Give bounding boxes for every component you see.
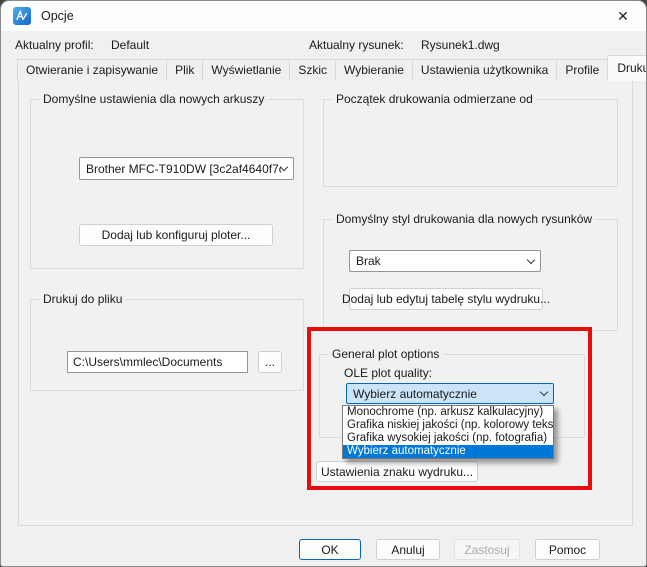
current-drawing-value: Rysunek1.dwg [421,38,500,52]
configure-plotter-button[interactable]: Dodaj lub konfiguruj ploter... [79,224,273,246]
plot-style-select[interactable]: Brak [349,250,541,272]
close-icon[interactable]: ✕ [600,1,646,31]
current-profile-value: Default [111,38,149,52]
group-title: General plot options [328,347,443,361]
titlebar: Opcje ✕ [1,1,646,31]
plot-style-select-value: Brak [356,254,528,268]
dropdown-option-high-quality[interactable]: Grafika wysokiej jakości (np. fotografia… [343,432,553,445]
options-dialog: Opcje ✕ Aktualny profil: Default Aktualn… [0,0,647,567]
ok-button[interactable]: OK [299,539,361,560]
group-default-plot-style: Domyślny styl drukowania dla nowych rysu… [323,219,618,331]
ole-plot-quality-label: OLE plot quality: [344,366,432,380]
group-plot-offset: Początek drukowania odmierzane od [323,99,618,187]
current-drawing-label: Aktualny rysunek: [309,38,404,52]
cancel-button[interactable]: Anuluj [376,539,440,560]
app-icon [13,7,31,25]
dropdown-option-monochrome[interactable]: Monochrome (np. arkusz kalkulacyjny) [343,406,553,419]
apply-button[interactable]: Zastosuj [454,539,520,560]
chevron-down-icon [527,255,535,263]
tab-wybieranie[interactable]: Wybieranie [335,59,413,81]
group-title: Domyślny styl drukowania dla nowych rysu… [332,212,596,226]
ole-plot-quality-dropdown: Monochrome (np. arkusz kalkulacyjny) Gra… [342,405,554,459]
printer-select[interactable]: Brother MFC-T910DW [3c2af4640f7c [79,157,294,180]
ole-plot-quality-select[interactable]: Wybierz automatycznie [346,383,554,404]
tab-wyswietlanie[interactable]: Wyświetlanie [202,59,290,81]
chevron-down-icon [540,388,548,396]
current-profile-label: Aktualny profil: [15,38,94,52]
window-title: Opcje [41,1,74,31]
tab-drukuj[interactable]: Drukuj [607,55,647,81]
chevron-down-icon [280,163,288,171]
group-title: Drukuj do pliku [39,292,126,306]
dropdown-option-low-quality[interactable]: Grafika niskiej jakości (np. kolorowy te… [343,419,553,432]
help-button[interactable]: Pomoc [535,539,600,560]
tab-strip: Otwieranie i zapisywanie Plik Wyświetlan… [18,55,647,81]
edit-plot-style-table-button[interactable]: Dodaj lub edytuj tabelę stylu wydruku... [349,288,543,310]
tab-plik[interactable]: Plik [166,59,203,81]
tab-profile[interactable]: Profile [556,59,608,81]
plot-stamp-settings-button[interactable]: Ustawienia znaku wydruku... [316,461,478,482]
browse-button[interactable]: ... [258,351,282,373]
file-location-input[interactable] [67,351,248,373]
group-print-to-file: Drukuj do pliku [30,299,304,391]
tab-ustawienia-uzytkownika[interactable]: Ustawienia użytkownika [412,59,557,81]
group-title: Początek drukowania odmierzane od [332,92,537,106]
dropdown-option-auto[interactable]: Wybierz automatycznie [343,445,553,458]
group-title: Domyślne ustawienia dla nowych arkuszy [39,92,268,106]
tab-szkic[interactable]: Szkic [289,59,336,81]
tab-otwieranie-i-zapisywanie[interactable]: Otwieranie i zapisywanie [17,59,167,81]
ole-plot-quality-value: Wybierz automatycznie [353,387,541,401]
printer-select-value: Brother MFC-T910DW [3c2af4640f7c [86,162,281,176]
